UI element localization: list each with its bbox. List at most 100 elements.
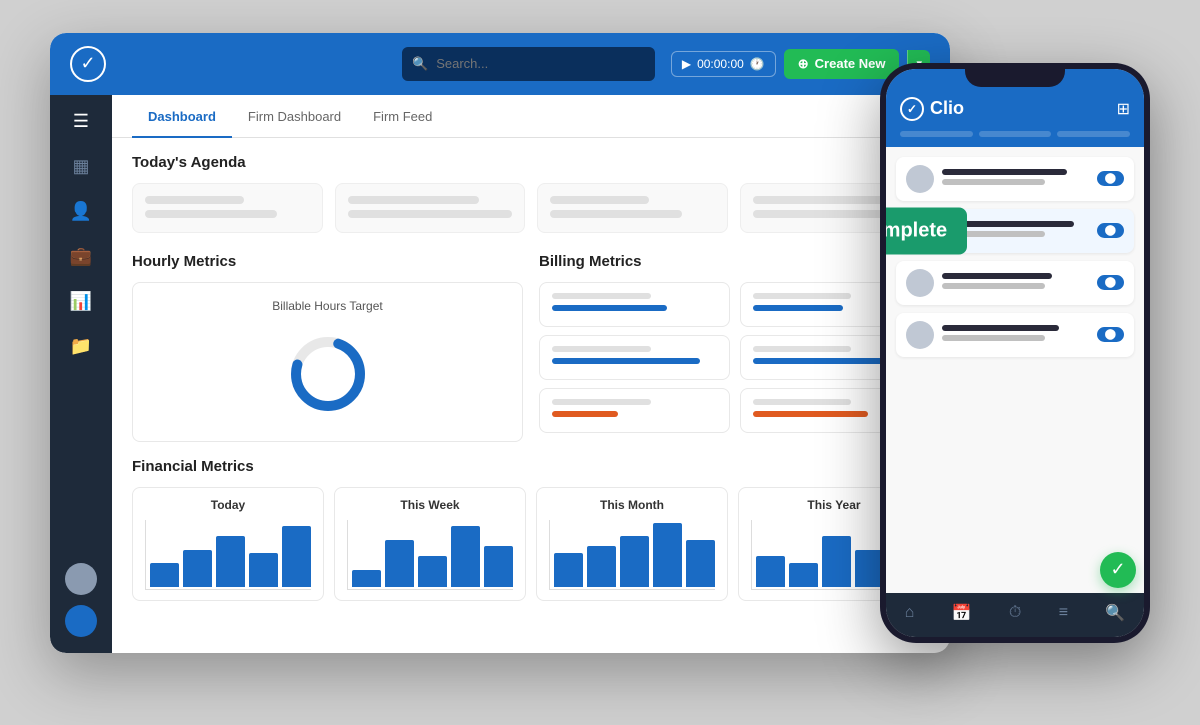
tabs-bar: Dashboard Firm Dashboard Firm Feed <box>112 95 950 138</box>
financial-chart-today: Today <box>132 487 324 601</box>
financial-charts: Today This Week <box>132 487 930 601</box>
mobile-item-text <box>942 273 1089 293</box>
sidebar: ☰ ▦ 👤 💼 📊 📁 <box>50 95 112 653</box>
mobile-list-item[interactable]: ⬤ <box>896 157 1134 201</box>
search-bar[interactable]: 🔍 <box>402 47 655 81</box>
content-area: Dashboard Firm Dashboard Firm Feed Today… <box>112 95 950 653</box>
timer-button[interactable]: ▶ 00:00:00 🕐 <box>671 51 776 77</box>
item-title-line <box>942 325 1059 331</box>
create-new-button[interactable]: ⊕ Create New <box>784 49 900 79</box>
mobile-nav-menu-icon[interactable]: ≡ <box>1059 604 1068 622</box>
laptop-screen: ✓ 🔍 ▶ 00:00:00 🕐 ⊕ Create New <box>50 33 950 653</box>
mobile-filter-icon[interactable]: ⊞ <box>1117 99 1130 119</box>
avatar-active[interactable] <box>65 605 97 637</box>
laptop-device: ✓ 🔍 ▶ 00:00:00 🕐 ⊕ Create New <box>50 33 950 653</box>
billing-cols <box>539 282 930 433</box>
financial-chart-week: This Week <box>334 487 526 601</box>
tab-firm-feed[interactable]: Firm Feed <box>357 95 448 138</box>
avatar-inactive[interactable] <box>65 563 97 595</box>
mobile-logo-circle: ✓ <box>900 97 924 121</box>
sidebar-item-dashboard[interactable]: ☰ <box>73 111 89 132</box>
sidebar-bottom <box>65 563 97 637</box>
mobile-tab-2[interactable] <box>979 131 1052 137</box>
mobile-list-item[interactable]: ⬤ <box>896 313 1134 357</box>
billing-card-1 <box>539 282 730 327</box>
main-area: ☰ ▦ 👤 💼 📊 📁 Dashboard F <box>50 95 950 653</box>
mobile-badge[interactable]: ⬤ <box>1097 223 1124 238</box>
item-title-line <box>942 169 1067 175</box>
bar <box>554 553 583 587</box>
mobile-nav-home-icon[interactable]: ⌂ <box>905 604 915 622</box>
search-input[interactable] <box>436 56 645 71</box>
tab-firm-dashboard[interactable]: Firm Dashboard <box>232 95 357 138</box>
mobile-nav-timer-icon[interactable]: ⏱ <box>1009 604 1021 622</box>
mobile-device: ✓ Clio ⊞ <box>880 63 1150 643</box>
sidebar-item-matters[interactable]: 💼 <box>70 246 92 267</box>
mobile-item-text <box>942 325 1089 345</box>
bar <box>150 563 179 586</box>
financial-chart-month: This Month <box>536 487 728 601</box>
bar <box>451 526 480 586</box>
chart-month-title: This Month <box>549 498 715 512</box>
bar <box>249 553 278 587</box>
agenda-title: Today's Agenda <box>132 154 930 171</box>
billing-card-3 <box>539 388 730 433</box>
mobile-logo: ✓ Clio <box>900 97 964 121</box>
agenda-grid <box>132 183 930 233</box>
bar <box>620 536 649 586</box>
mobile-nav-calendar-icon[interactable]: 📅 <box>952 603 972 623</box>
billing-title: Billing Metrics <box>539 253 930 270</box>
timer-display: 00:00:00 <box>697 57 744 71</box>
agenda-card-1 <box>132 183 323 233</box>
bar <box>282 526 311 586</box>
billing-metrics-section: Billing Metrics <box>539 253 930 442</box>
mobile-avatar <box>906 165 934 193</box>
mobile-screen: ✓ Clio ⊞ <box>886 69 1144 637</box>
sidebar-item-contacts[interactable]: 👤 <box>70 201 92 222</box>
complete-overlay[interactable]: Complete <box>886 207 967 254</box>
bar <box>216 536 245 586</box>
mobile-badge[interactable]: ⬤ <box>1097 171 1124 186</box>
mobile-notch <box>965 63 1065 87</box>
mobile-tab-1[interactable] <box>900 131 973 137</box>
item-title-line <box>942 273 1052 279</box>
create-new-label: Create New <box>815 56 886 71</box>
hourly-title: Hourly Metrics <box>132 253 523 270</box>
sidebar-item-files[interactable]: 📁 <box>70 336 92 357</box>
mobile-tabs <box>886 131 1144 147</box>
play-icon: ▶ <box>682 57 691 71</box>
sidebar-item-reports[interactable]: 📊 <box>70 291 92 312</box>
chart-week-title: This Week <box>347 498 513 512</box>
mobile-list-item[interactable]: ⬤ <box>896 261 1134 305</box>
mobile-list-item-wrap: ⬤ Complete <box>896 209 1134 253</box>
bar <box>385 540 414 587</box>
mobile-badge[interactable]: ⬤ <box>1097 275 1124 290</box>
metrics-row: Hourly Metrics Billable Hours Target <box>132 253 930 442</box>
content-inner: Today's Agenda <box>112 138 950 653</box>
billing-card-2 <box>539 335 730 380</box>
bar <box>352 570 381 587</box>
mobile-badge[interactable]: ⬤ <box>1097 327 1124 342</box>
mobile-avatar <box>906 321 934 349</box>
fab-checkmark-icon: ✓ <box>1110 559 1125 580</box>
search-icon: 🔍 <box>412 56 428 72</box>
mobile-bottom-nav: ⌂ 📅 ⏱ ≡ 🔍 <box>886 593 1144 637</box>
mobile-tab-3[interactable] <box>1057 131 1130 137</box>
bar <box>789 563 818 586</box>
mobile-app-name: Clio <box>930 98 964 119</box>
tab-dashboard[interactable]: Dashboard <box>132 95 232 138</box>
mobile-fab[interactable]: ✓ <box>1100 552 1136 588</box>
chart-today-title: Today <box>145 498 311 512</box>
agenda-card-2 <box>335 183 526 233</box>
clio-logo[interactable]: ✓ <box>70 46 106 82</box>
sidebar-item-calendar[interactable]: ▦ <box>72 156 89 177</box>
mobile-content: ⬤ ⬤ Complete <box>886 147 1144 593</box>
mobile-nav-search-icon[interactable]: 🔍 <box>1105 603 1125 623</box>
bar-chart-week <box>347 520 513 590</box>
bar <box>653 523 682 587</box>
item-sub-line <box>942 283 1045 289</box>
financial-title: Financial Metrics <box>132 458 930 475</box>
mobile-avatar <box>906 269 934 297</box>
clock-icon: 🕐 <box>750 57 765 71</box>
bar-chart-month <box>549 520 715 590</box>
